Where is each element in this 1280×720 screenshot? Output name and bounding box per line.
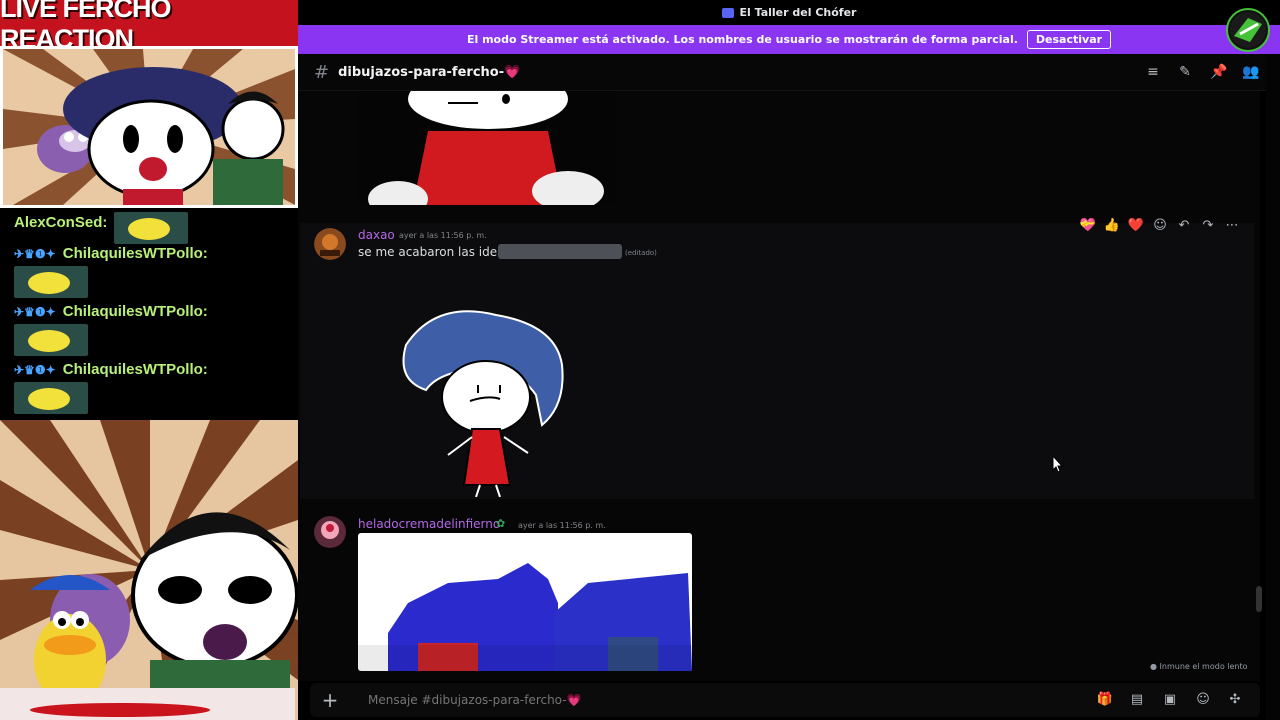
message-image-previous[interactable] — [358, 91, 616, 205]
reaction-heart[interactable]: ❤️ — [1126, 215, 1146, 235]
mouse-cursor-icon — [1052, 455, 1064, 473]
cartoon-cam-bottom — [0, 420, 298, 720]
avatar[interactable] — [314, 516, 346, 548]
message-text: se me acabaron las ideas — [358, 245, 511, 259]
message-timestamp: ayer a las 11:56 p. m. — [518, 521, 606, 530]
emote-image — [14, 382, 88, 414]
slow-mode-text: Inmune el modo lento — [1159, 662, 1248, 671]
chat-message: ✈♛❶✦ ChilaquilesWTPollo: — [14, 361, 208, 378]
chat-message: AlexConSed: — [14, 214, 107, 231]
add-attachment-icon[interactable]: + — [320, 688, 340, 712]
reaction-sparkle-heart[interactable]: 💝 — [1078, 215, 1098, 235]
verified-badge-icon: ✿ — [496, 517, 506, 530]
message-timestamp: ayer a las 11:56 p. m. — [399, 231, 487, 240]
chat-username: AlexConSed: — [14, 214, 108, 231]
cartoon-cam-top — [0, 46, 298, 208]
cartoon-scene-top — [3, 49, 295, 205]
channel-name: dibujazos-para-fercho-💗 — [338, 64, 521, 80]
logo-icon — [1230, 12, 1266, 48]
slow-mode-notice: ● Inmune el modo lento — [1150, 662, 1248, 671]
gif-icon[interactable]: ▤ — [1128, 691, 1146, 709]
avatar[interactable] — [314, 228, 346, 260]
deactivate-button[interactable]: Desactivar — [1026, 30, 1112, 49]
chat-message: ✈♛❶✦ ChilaquilesWTPollo: — [14, 303, 208, 320]
channel-header: # dibujazos-para-fercho-💗 ≡ ✎ 📌 👥 — [298, 54, 1280, 91]
chat-username: ChilaquilesWTPollo: — [62, 245, 208, 262]
clock-icon: ● — [1150, 662, 1160, 671]
sticker-icon[interactable]: ▣ — [1161, 691, 1179, 709]
message-image-drawing[interactable] — [396, 305, 568, 497]
screen: LIVE FERCHO REACTION AlexConSed: ✈♛❶✦ Ch… — [0, 0, 1280, 720]
message-image-pixel-art[interactable] — [358, 533, 692, 671]
avatar-image — [314, 516, 346, 548]
pin-icon[interactable]: 📌 — [1210, 64, 1227, 80]
server-name: El Taller del Chófer — [739, 6, 857, 19]
spoiler-block[interactable] — [498, 244, 622, 259]
stream-title: LIVE FERCHO REACTION — [0, 0, 298, 54]
forward-icon[interactable]: ↷ — [1198, 215, 1218, 235]
chat-badges: ✈♛❶✦ — [14, 305, 56, 319]
cartoon-scene-bottom — [0, 420, 298, 720]
chat-badges: ✈♛❶✦ — [14, 247, 56, 261]
edited-label: (editado) — [625, 249, 657, 257]
mute-bell-icon[interactable]: ✎ — [1177, 64, 1193, 80]
emote-image — [14, 324, 88, 356]
scrollbar-thumb[interactable] — [1256, 586, 1262, 612]
stream-chat: AlexConSed: ✈♛❶✦ ChilaquilesWTPollo: ✈♛❶… — [0, 208, 298, 420]
message-input[interactable] — [368, 693, 1068, 707]
members-icon[interactable]: 👥 — [1242, 64, 1259, 80]
streamer-mode-text: El modo Streamer está activado. Los nomb… — [466, 33, 1018, 46]
message-list[interactable]: daxao ayer a las 11:56 p. m. se me acaba… — [298, 91, 1260, 681]
gift-icon[interactable]: 🎁 — [1096, 691, 1114, 709]
message-composer: + 🎁 ▤ ▣ ☺ ✣ — [310, 683, 1260, 717]
member-list-edge — [1266, 54, 1280, 720]
streamer-mode-banner: El modo Streamer está activado. Los nomb… — [298, 25, 1280, 54]
window-title-bar: El Taller del Chófer — [298, 0, 1280, 25]
message-username[interactable]: daxao — [358, 228, 395, 242]
message-actions: 💝 👍 ❤️ ☺ ↶ ↷ ⋯ — [1072, 211, 1246, 239]
message-username[interactable]: heladocremadelinfierno — [358, 517, 500, 531]
emote-image — [14, 266, 88, 298]
apps-icon[interactable]: ✣ — [1226, 691, 1244, 709]
more-options-icon[interactable]: ⋯ — [1222, 215, 1242, 235]
add-reaction-icon[interactable]: ☺ — [1150, 215, 1170, 235]
chat-message: ✈♛❶✦ ChilaquilesWTPollo: — [14, 245, 208, 262]
reaction-thumbs-up[interactable]: 👍 — [1102, 215, 1122, 235]
avatar-image — [314, 228, 346, 260]
emoji-icon[interactable]: ☺ — [1194, 691, 1212, 709]
threads-icon[interactable]: ≡ — [1145, 64, 1161, 80]
reply-icon[interactable]: ↶ — [1174, 215, 1194, 235]
server-icon — [721, 7, 734, 18]
chat-badges: ✈♛❶✦ — [14, 363, 56, 377]
emote-image — [114, 212, 188, 244]
channel-logo — [1226, 8, 1270, 52]
hashtag-icon: # — [314, 61, 330, 83]
chat-username: ChilaquilesWTPollo: — [62, 303, 208, 320]
chat-username: ChilaquilesWTPollo: — [62, 361, 208, 378]
